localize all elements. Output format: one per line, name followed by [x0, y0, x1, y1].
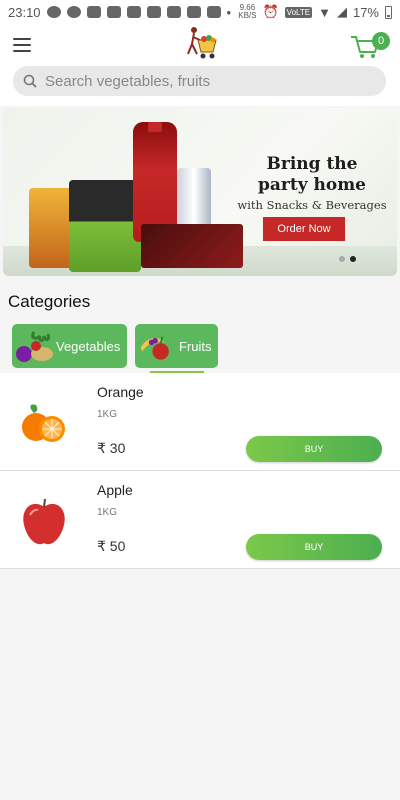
alarm-icon: ⏰: [262, 4, 279, 19]
more-notifications-icon: •: [226, 4, 232, 20]
gallery-icon: [126, 6, 141, 18]
net-speed: 9.66 KB/S: [238, 3, 257, 20]
banner-title-line1: Bring the: [266, 154, 358, 174]
hamburger-menu-icon[interactable]: [13, 38, 31, 52]
cola-bottle-cap: [148, 122, 162, 132]
battery-percent: 17%: [352, 4, 379, 20]
app-logo: [187, 27, 217, 59]
product-qty: 1KG: [97, 507, 118, 518]
product-list: Orange 1KG ₹ 30 BUY Apple 1KG ₹ 50 BUY: [0, 373, 400, 569]
signal-icon: ◢: [336, 4, 347, 19]
chat-notification-icon: [46, 6, 61, 18]
carousel-dots: [339, 256, 356, 262]
product-item-apple[interactable]: Apple 1KG ₹ 50 BUY: [0, 471, 400, 569]
product-name: Orange: [97, 384, 144, 400]
buy-button[interactable]: BUY: [246, 436, 382, 462]
youtube-icon-2: [166, 6, 181, 18]
youtube-icon: [146, 6, 161, 18]
cart-count-badge: 0: [372, 32, 390, 50]
apple-image: [23, 498, 65, 545]
whatsapp-icon: [66, 6, 81, 18]
vegetables-icon: [16, 331, 53, 362]
buy-button[interactable]: BUY: [246, 534, 382, 560]
banner-title-line2: party home: [257, 175, 366, 195]
categories-heading: Categories: [8, 292, 91, 311]
orange-image: [22, 404, 65, 442]
status-bar: 23:10 • 9.66 KB/S ⏰ VoLTE ▼ ◢ 17%: [0, 0, 400, 24]
banner-text: Bring the party home with Snacks & Bever…: [227, 154, 397, 212]
order-now-button[interactable]: Order Now: [263, 217, 345, 241]
category-label-fruits: Fruits: [179, 338, 212, 354]
carousel-dot-1[interactable]: [339, 256, 345, 262]
app-header: 0: [0, 24, 400, 106]
volte-badge: VoLTE: [284, 6, 313, 18]
carousel-dot-2[interactable]: [350, 256, 356, 262]
message-icon: [86, 6, 101, 18]
product-price: ₹ 50: [97, 538, 126, 554]
biscuit-box-image: [141, 224, 243, 268]
message-icon-2: [106, 6, 121, 18]
product-price: ₹ 30: [97, 440, 126, 456]
promo-banner[interactable]: Bring the party home with Snacks & Bever…: [3, 108, 397, 276]
search-input[interactable]: [45, 72, 365, 90]
status-time: 23:10: [8, 4, 41, 20]
search-icon: [23, 74, 37, 88]
youtube-icon-3: [186, 6, 201, 18]
battery-icon: [385, 5, 392, 19]
toomyum-bag-image: [69, 180, 141, 272]
category-fruits[interactable]: Fruits: [135, 324, 218, 368]
product-item-orange[interactable]: Orange 1KG ₹ 30 BUY: [0, 373, 400, 471]
product-qty: 1KG: [97, 409, 118, 420]
wifi-icon: ▼: [318, 4, 331, 20]
product-name: Apple: [97, 482, 133, 498]
fruits-icon: [140, 336, 169, 360]
category-vegetables[interactable]: Vegetables: [12, 324, 127, 368]
banner-subtitle: with Snacks & Beverages: [237, 198, 387, 212]
category-label-vegetables: Vegetables: [56, 338, 121, 354]
youtube-icon-4: [206, 6, 221, 18]
search-bar[interactable]: [13, 66, 386, 96]
